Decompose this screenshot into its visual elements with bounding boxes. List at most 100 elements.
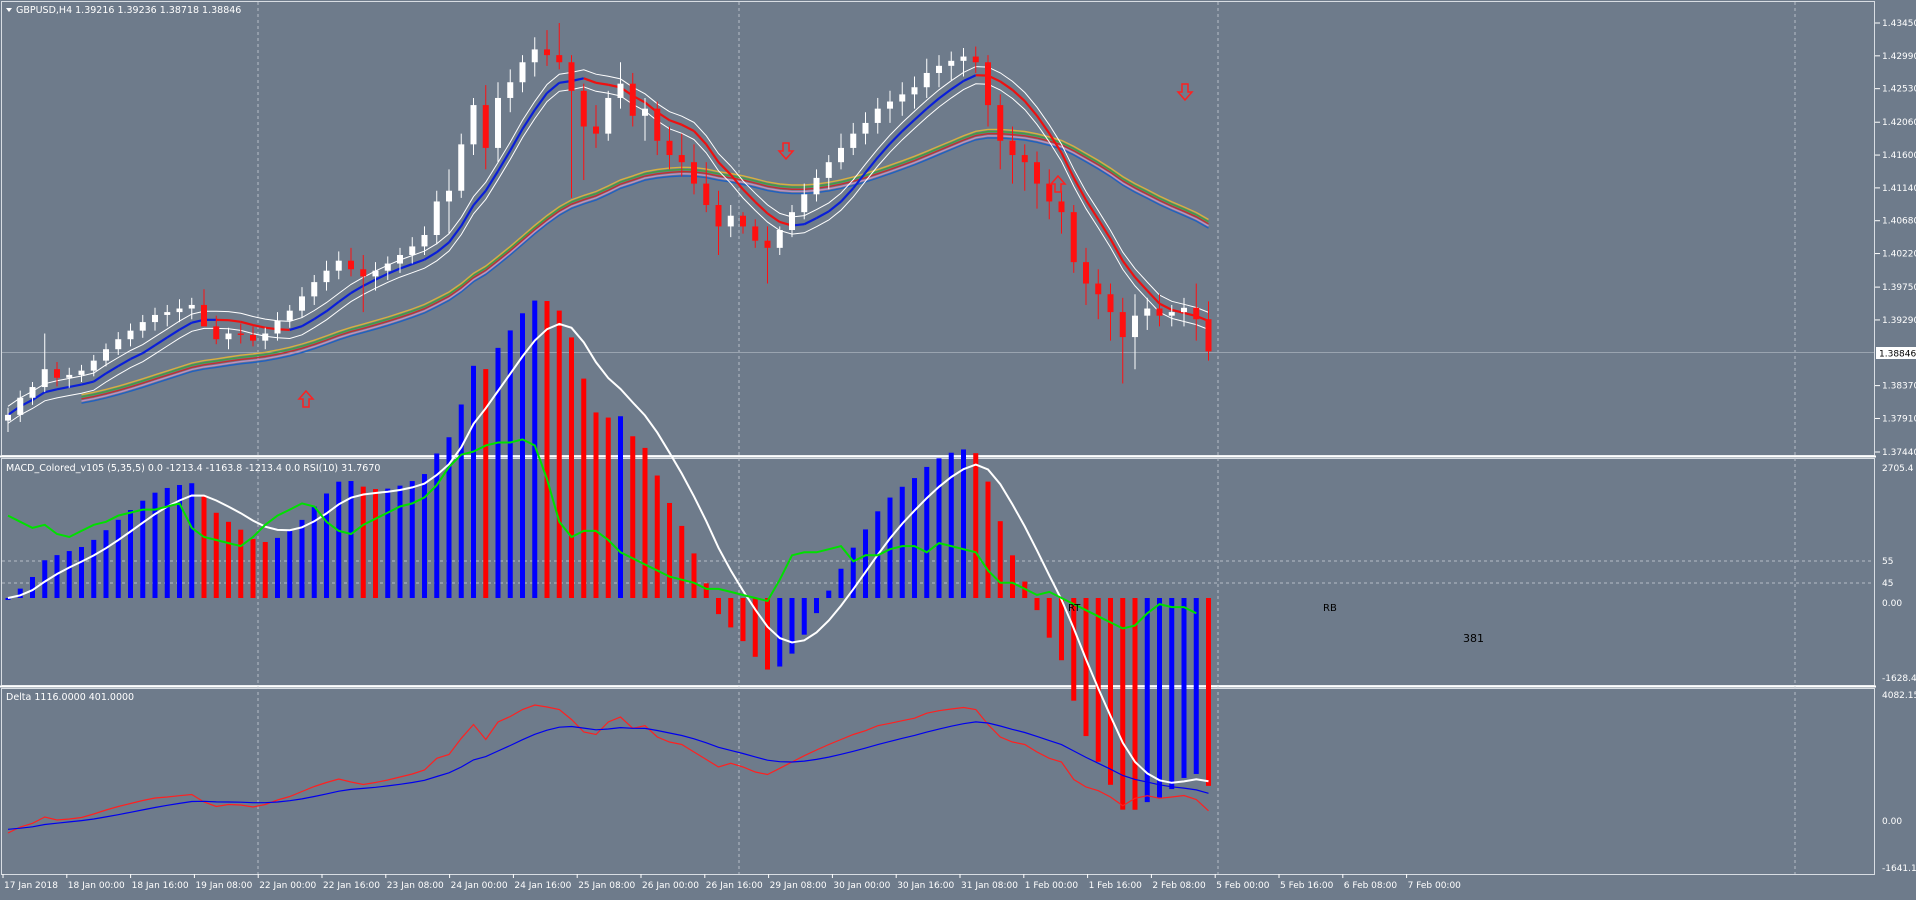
candle-body bbox=[409, 246, 415, 255]
macd-bar bbox=[961, 449, 966, 598]
candle-body bbox=[1108, 294, 1114, 312]
macd-bar bbox=[202, 496, 207, 598]
macd-bar bbox=[128, 510, 133, 598]
candle-body bbox=[66, 375, 72, 378]
candle-body bbox=[728, 216, 734, 227]
trend-ma-segment bbox=[400, 264, 412, 268]
candle-body bbox=[777, 230, 783, 248]
trend-ma-segment bbox=[939, 89, 951, 98]
macd-bar bbox=[336, 482, 341, 598]
trend-ma-segment bbox=[829, 202, 841, 212]
x-tick-label: 5 Feb 16:00 bbox=[1280, 881, 1334, 891]
macd-bar bbox=[839, 569, 844, 598]
candle-body bbox=[752, 226, 758, 240]
candle-body bbox=[814, 178, 820, 194]
candle-body bbox=[1120, 312, 1126, 337]
candle-body bbox=[544, 49, 550, 55]
trend-ma-segment bbox=[57, 387, 69, 389]
macd-bar bbox=[1169, 598, 1174, 789]
macd-y-tick-label: 0.00 bbox=[1882, 599, 1902, 609]
candle-body bbox=[716, 205, 722, 226]
collapse-icon[interactable] bbox=[6, 8, 12, 12]
macd-bar bbox=[1133, 598, 1138, 810]
candle-body bbox=[997, 105, 1003, 141]
trend-ma-segment bbox=[706, 144, 718, 162]
trend-ma-segment bbox=[1098, 219, 1110, 239]
candle-body bbox=[667, 141, 673, 155]
candle-body bbox=[30, 387, 36, 398]
macd-bar bbox=[1206, 598, 1211, 786]
candle-body bbox=[1144, 309, 1150, 316]
candle-body bbox=[324, 271, 330, 282]
macd-bar bbox=[42, 560, 47, 598]
trend-ma-segment bbox=[964, 75, 976, 81]
trend-ma-segment bbox=[449, 226, 461, 243]
current-price-label: 1.38846 bbox=[1879, 350, 1916, 360]
candle-body bbox=[103, 349, 109, 360]
candle-body bbox=[691, 162, 697, 183]
delta-y-tick-label: 0.00 bbox=[1882, 817, 1902, 827]
candle-body bbox=[740, 216, 746, 227]
x-tick-label: 22 Jan 16:00 bbox=[323, 881, 380, 891]
candle-body bbox=[458, 144, 464, 190]
macd-bar bbox=[422, 474, 427, 598]
candle-body bbox=[226, 334, 232, 340]
macd-bar bbox=[937, 458, 942, 598]
trend-ma-segment bbox=[535, 93, 547, 110]
candle-body bbox=[471, 105, 477, 144]
candle-body bbox=[887, 102, 893, 109]
candle-body bbox=[850, 134, 856, 148]
candle-body bbox=[961, 57, 967, 61]
macd-bar bbox=[545, 301, 550, 598]
price-chart[interactable]: 1.434501.429901.425301.420601.416001.411… bbox=[0, 0, 1916, 896]
x-tick-label: 30 Jan 00:00 bbox=[833, 881, 890, 891]
y-tick-label: 1.41140 bbox=[1882, 184, 1916, 194]
delta-panel[interactable] bbox=[2, 689, 1875, 875]
candle-body bbox=[1083, 262, 1089, 283]
macd-bar bbox=[667, 503, 672, 598]
candle-body bbox=[213, 326, 219, 339]
trend-ma-segment bbox=[253, 325, 265, 328]
macd-bar bbox=[483, 369, 488, 598]
y-tick-label: 1.40680 bbox=[1882, 217, 1916, 227]
x-tick-label: 24 Jan 16:00 bbox=[514, 881, 571, 891]
trend-ma-segment bbox=[314, 311, 326, 319]
candle-body bbox=[507, 82, 513, 98]
y-tick-label: 1.42060 bbox=[1882, 118, 1916, 128]
candle-body bbox=[654, 109, 660, 141]
candle-body bbox=[593, 127, 599, 134]
candle-body bbox=[434, 201, 440, 235]
macd-bar bbox=[238, 530, 243, 598]
macd-bar bbox=[67, 551, 72, 598]
chart-window[interactable]: 1.434501.429901.425301.420601.416001.411… bbox=[0, 0, 1916, 896]
trend-ma-segment bbox=[498, 151, 510, 172]
candle-body bbox=[152, 315, 158, 322]
candle-body bbox=[1059, 201, 1065, 212]
trend-ma-segment bbox=[682, 125, 694, 131]
candle-body bbox=[54, 369, 60, 378]
macd-bar bbox=[140, 501, 145, 598]
candle-body bbox=[936, 66, 942, 73]
x-tick-label: 26 Jan 16:00 bbox=[706, 881, 763, 891]
macd-bar bbox=[287, 531, 292, 598]
candle-body bbox=[91, 361, 97, 371]
macd-y-tick-label: 55 bbox=[1882, 557, 1893, 567]
macd-bar bbox=[275, 538, 280, 598]
candle-body bbox=[495, 98, 501, 148]
macd-bar bbox=[300, 520, 305, 598]
candle-body bbox=[5, 415, 11, 421]
candle-body bbox=[446, 191, 452, 202]
macd-bar bbox=[324, 494, 329, 598]
candle-body bbox=[703, 184, 709, 205]
sell-arrow-icon bbox=[1178, 84, 1192, 100]
macd-panel-header: MACD_Colored_v105 (5,35,5) 0.0 -1213.4 -… bbox=[6, 463, 380, 474]
trend-ma-segment bbox=[290, 326, 302, 330]
candle-body bbox=[1193, 308, 1199, 319]
x-tick-label: 18 Jan 00:00 bbox=[68, 881, 125, 891]
trend-ma-segment bbox=[425, 252, 437, 259]
candle-body bbox=[899, 94, 905, 101]
candle-body bbox=[985, 62, 991, 105]
macd-annotation-value: 381 bbox=[1463, 632, 1484, 645]
delta-y-tick-label: -1641.15 bbox=[1882, 864, 1916, 874]
trend-ma-segment bbox=[694, 131, 706, 144]
